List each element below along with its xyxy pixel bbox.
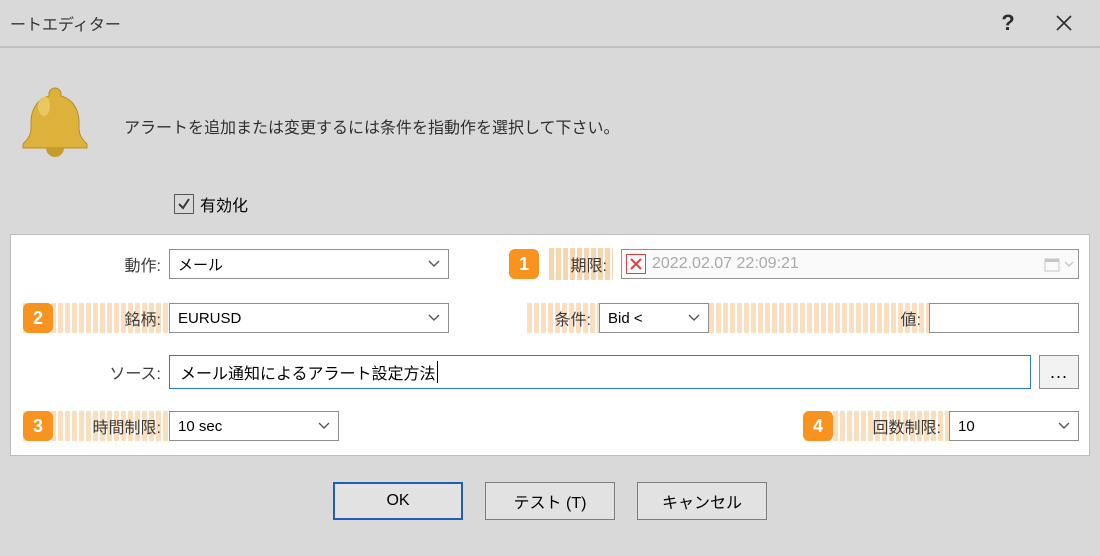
countlimit-select[interactable]: 10 [949,411,1079,441]
chevron-down-icon [318,422,330,430]
expiry-input[interactable]: 2022.02.07 22:09:21 [621,249,1079,279]
enable-label: 有効化 [200,192,248,216]
label-expiry: 期限: [547,248,613,280]
label-source: ソース: [21,360,161,384]
action-select[interactable]: メール [169,249,449,279]
timeout-value: 10 sec [178,418,222,435]
label-countlimit: 回数制限: [841,414,941,438]
close-button[interactable] [1036,0,1092,47]
label-symbol: 銘柄: [61,306,161,330]
label-value: 値: [881,306,921,330]
source-value: メール通知によるアラート設定方法 [180,360,436,384]
symbol-select[interactable]: EURUSD [169,303,449,333]
help-button[interactable]: ? [980,0,1036,47]
condition-value: Bid < [608,310,643,327]
cancel-button[interactable]: キャンセル [637,482,767,520]
value-input[interactable] [929,303,1079,333]
expiry-value: 2022.02.07 22:09:21 [652,255,799,273]
disable-expiry-icon[interactable] [626,254,646,274]
chevron-down-icon [428,314,440,322]
symbol-value: EURUSD [178,310,241,327]
enable-checkbox[interactable] [174,194,194,214]
label-timeout: 時間制限: [61,414,161,438]
badge-3: 3 [23,411,53,441]
badge-2: 2 [23,303,53,333]
chevron-down-icon [428,260,440,268]
timeout-select[interactable]: 10 sec [169,411,339,441]
condition-select[interactable]: Bid < [599,303,709,333]
bell-icon [10,78,100,168]
ok-button[interactable]: OK [333,482,463,520]
countlimit-value: 10 [958,418,975,435]
calendar-icon[interactable] [1044,256,1074,272]
window-title: ートエディター [8,11,980,35]
badge-1: 1 [509,249,539,279]
test-button[interactable]: テスト (T) [485,482,615,520]
chevron-down-icon [1058,422,1070,430]
badge-4: 4 [803,411,833,441]
label-condition: 条件: [525,306,591,330]
titlebar: ートエディター ? [0,0,1100,48]
action-value: メール [178,254,223,275]
text-cursor [437,361,438,383]
source-input[interactable]: メール通知によるアラート設定方法 [169,355,1031,389]
intro-text: アラートを追加または変更するには条件を指動作を選択して下さい。 [100,108,620,138]
chevron-down-icon [688,314,700,322]
browse-button[interactable]: ... [1039,355,1079,389]
label-action: 動作: [21,252,161,276]
